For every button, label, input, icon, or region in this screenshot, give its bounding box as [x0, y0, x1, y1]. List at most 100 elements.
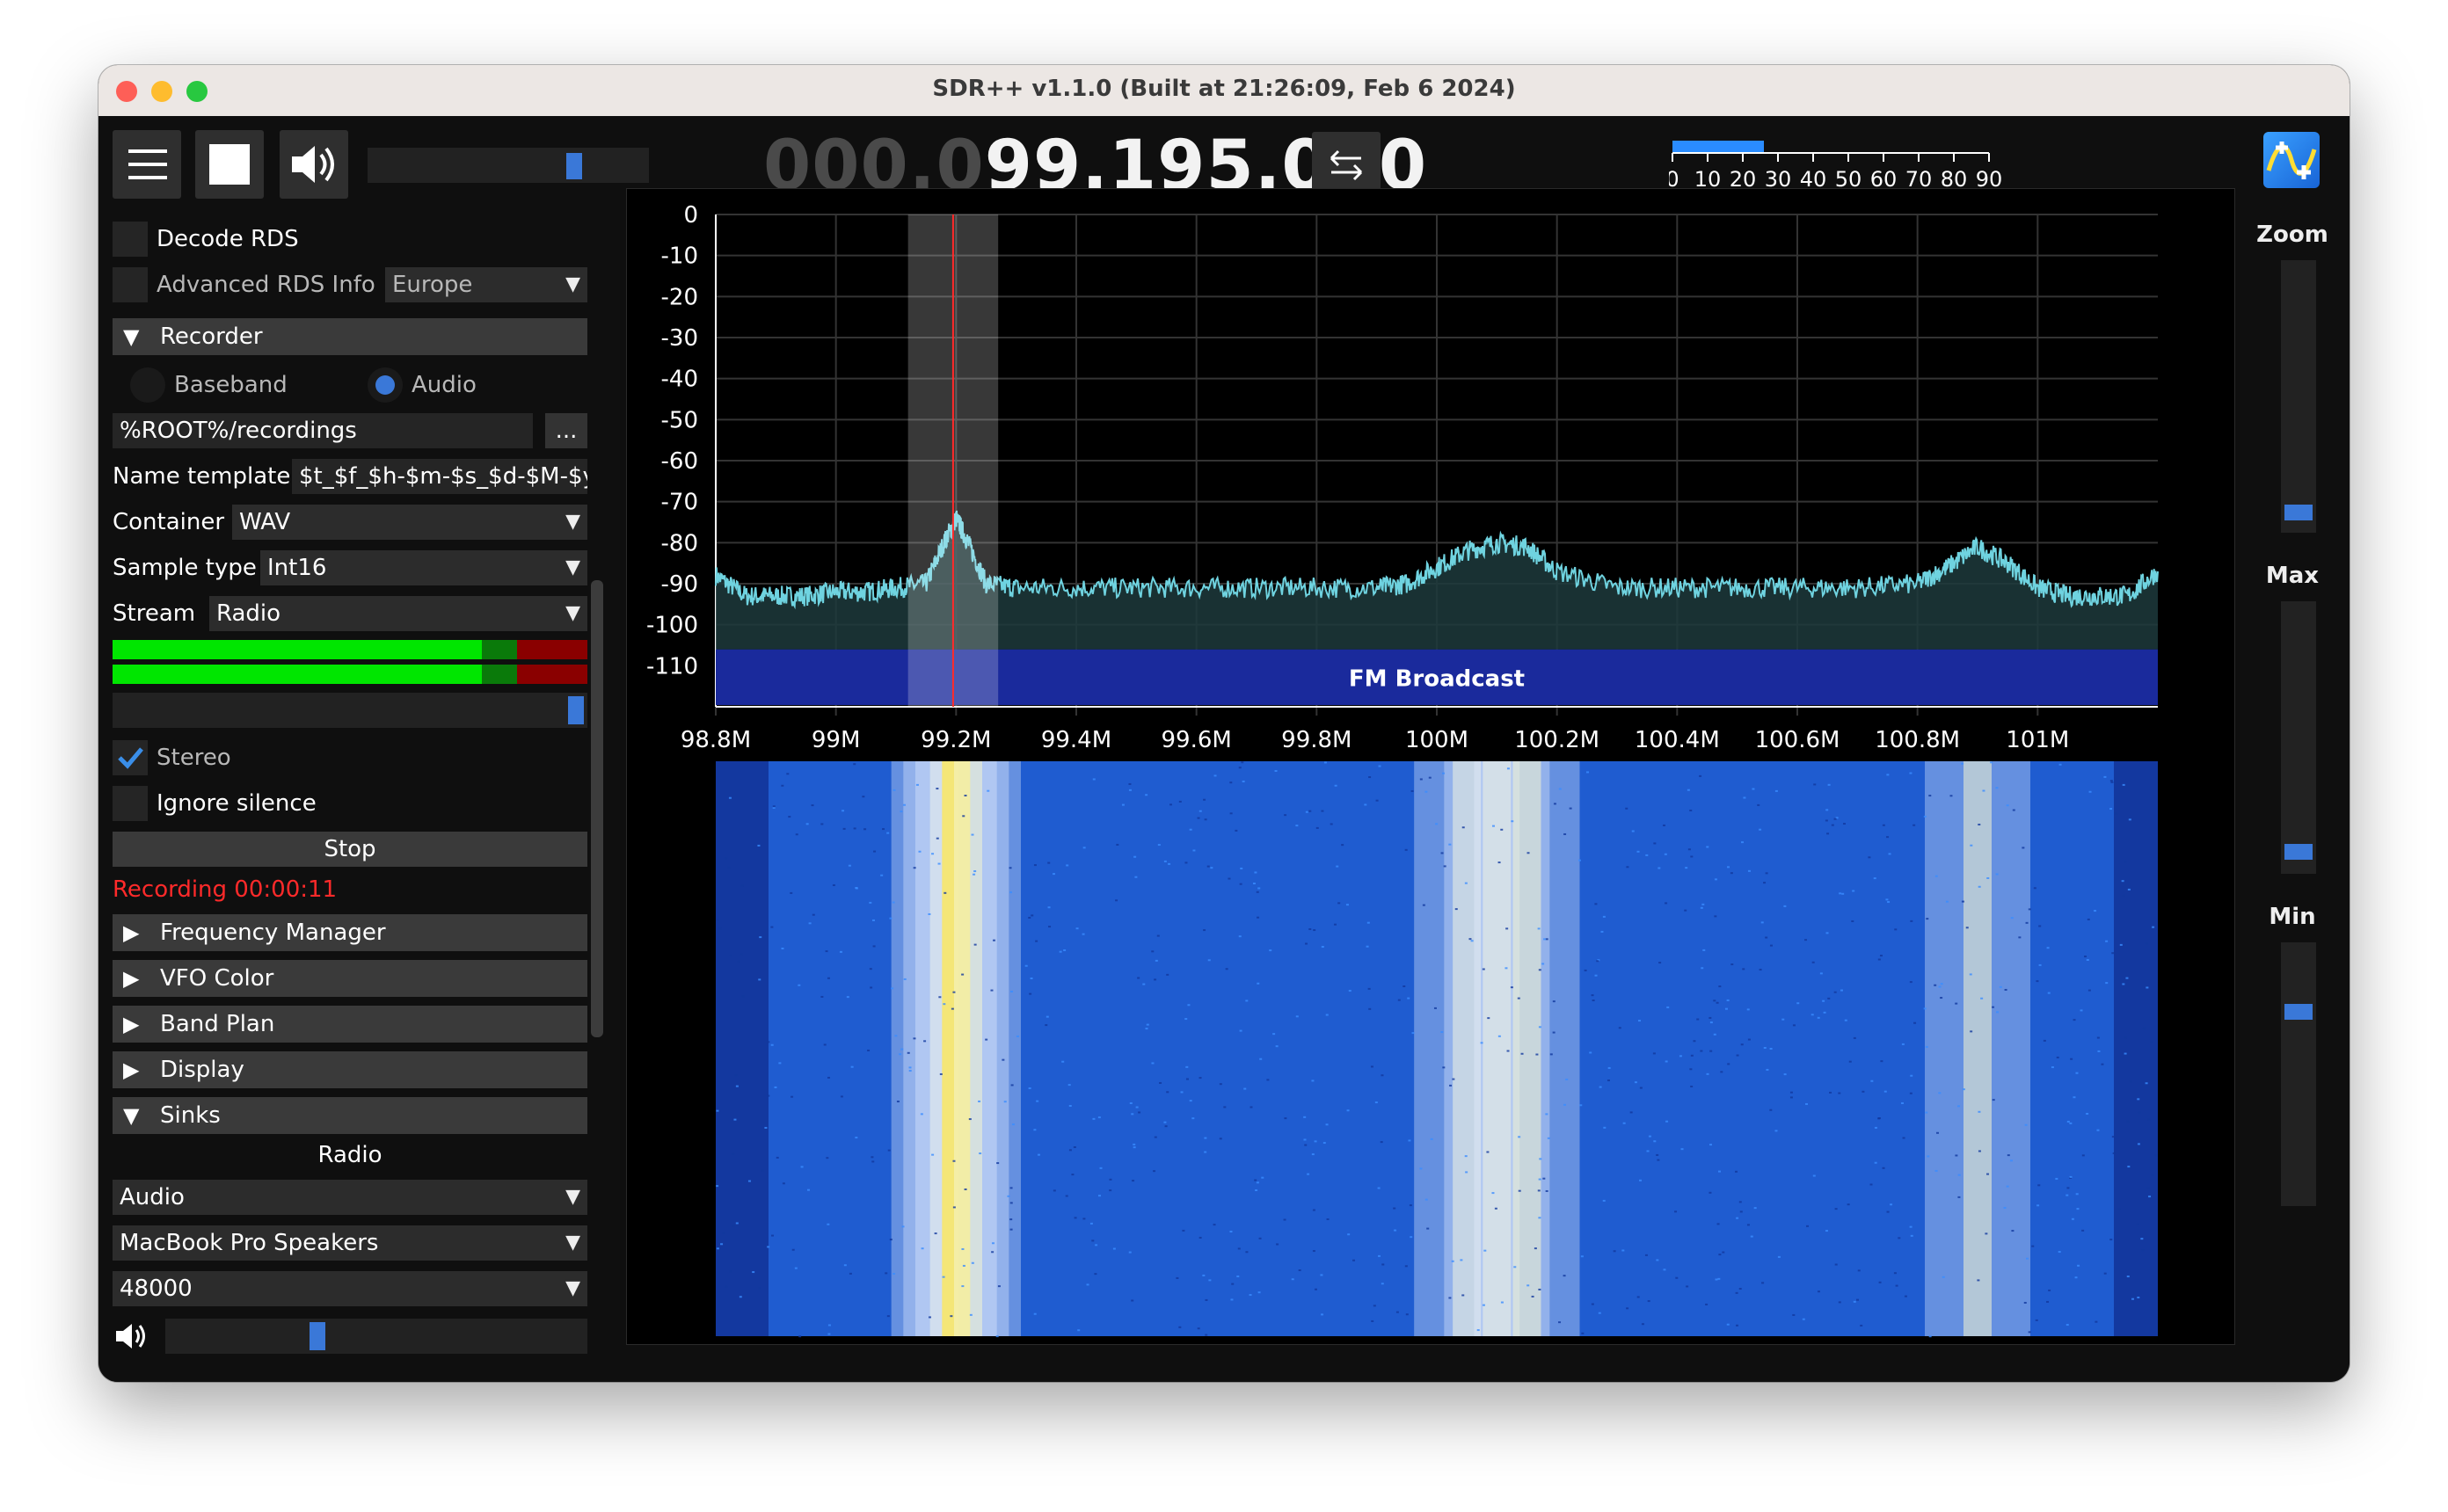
fft-spectrum-view[interactable]: 0 -10 -20 -30 -40 -50 -60 -70 -80 -90 -100 -110 98.8…	[625, 187, 2236, 1346]
recorder-volume-slider[interactable]	[113, 693, 587, 728]
mute-button[interactable]	[280, 130, 348, 199]
volume-slider[interactable]	[368, 148, 649, 183]
waterfall-noise	[1198, 1236, 1202, 1239]
waterfall-noise	[1157, 844, 1161, 847]
waterfall-noise	[1393, 1207, 1396, 1210]
waterfall-noise	[1433, 1007, 1437, 1009]
waterfall-noise	[1047, 861, 1051, 864]
waterfall-noise	[794, 1267, 798, 1269]
waterfall-noise	[1636, 850, 1640, 853]
waterfall-noise	[1928, 1335, 1932, 1338]
vfo-color-header[interactable]: ▶ VFO Color	[113, 960, 587, 997]
waterfall-noise	[2025, 921, 2029, 924]
min-slider[interactable]	[2281, 942, 2316, 1206]
zoom-slider[interactable]	[2281, 260, 2316, 533]
waterfall-noise	[1461, 826, 1465, 829]
y-tick-label: -60	[661, 448, 698, 475]
waterfall-noise	[871, 1160, 875, 1163]
waterfall-noise	[1257, 916, 1260, 919]
waterfall-noise	[1470, 940, 1474, 942]
band-plan-label: FM Broadcast	[1349, 665, 1525, 692]
waterfall-noise	[808, 922, 812, 925]
waterfall-noise	[1254, 1179, 1257, 1181]
audio-radio[interactable]	[368, 367, 403, 403]
stream-select[interactable]: Radio ▼	[209, 596, 587, 631]
waterfall-noise	[1500, 828, 1504, 831]
zoom-slider-handle[interactable]	[2284, 505, 2313, 520]
recorder-volume-handle[interactable]	[568, 696, 584, 724]
waterfall-noise	[979, 1152, 982, 1155]
sink-volume-slider[interactable]	[165, 1319, 587, 1354]
waterfall-noise	[1151, 950, 1155, 953]
sample-type-select[interactable]: Int16 ▼	[260, 550, 587, 585]
ignore-silence-checkbox[interactable]	[113, 786, 148, 821]
display-controls: Zoom Max Min	[2244, 222, 2341, 1364]
waterfall-noise	[1137, 977, 1140, 979]
waterfall-noise	[728, 796, 732, 799]
max-slider[interactable]	[2281, 601, 2316, 874]
waterfall-noise	[1198, 810, 1202, 812]
speaker-icon[interactable]	[113, 1317, 155, 1356]
stop-button[interactable]	[195, 130, 264, 199]
waterfall-noise	[2117, 1208, 2121, 1210]
sink-device-select[interactable]: MacBook Pro Speakers ▼	[113, 1225, 587, 1261]
recordings-path-input[interactable]: %ROOT%/recordings	[113, 413, 533, 448]
waterfall-noise	[781, 784, 784, 787]
decode-rds-checkbox[interactable]	[113, 222, 148, 257]
waterfall-noise	[1706, 846, 1709, 848]
waterfall-noise	[1961, 900, 1964, 903]
band-plan-header[interactable]: ▶ Band Plan	[113, 1006, 587, 1043]
waterfall-noise	[1109, 1178, 1112, 1181]
sink-volume-handle[interactable]	[310, 1322, 325, 1350]
sink-type-select[interactable]: Audio ▼	[113, 1180, 587, 1215]
waterfall-noise	[899, 1053, 902, 1056]
center-tuning-button[interactable]	[1312, 132, 1381, 197]
waterfall-noise	[1686, 1285, 1689, 1288]
advanced-rds-checkbox[interactable]	[113, 267, 148, 302]
waterfall-noise	[2051, 1066, 2054, 1069]
waterfall-noise	[1665, 1060, 1668, 1063]
title-bar: SDR++ v1.1.0 (Built at 21:26:09, Feb 6 2…	[98, 65, 2350, 117]
browse-button[interactable]: ...	[545, 413, 587, 448]
waterfall-noise	[1007, 1195, 1010, 1197]
waterfall-noise	[1848, 1060, 1852, 1063]
stereo-checkbox[interactable]	[113, 740, 148, 775]
waterfall-noise	[1241, 761, 1244, 764]
waterfall-noise	[720, 1243, 724, 1246]
left-panel-scrollbar[interactable]	[591, 580, 603, 1037]
waterfall-noise	[1128, 782, 1132, 785]
waterfall-noise	[1742, 968, 1745, 970]
waterfall-noise	[1709, 1021, 1713, 1024]
waterfall-noise	[1706, 1072, 1709, 1075]
waterfall-noise	[778, 1062, 782, 1065]
recorder-section-header[interactable]: ▼ Recorder	[113, 318, 587, 355]
waterfall-noise	[1037, 1153, 1040, 1156]
waterfall-noise	[1674, 1210, 1678, 1213]
max-slider-handle[interactable]	[2284, 844, 2313, 860]
waterfall-noise	[1783, 905, 1787, 907]
chevron-down-icon: ▼	[565, 273, 580, 295]
min-slider-handle[interactable]	[2284, 1004, 2313, 1020]
waterfall-noise	[938, 996, 942, 999]
waterfall-noise	[1311, 1079, 1315, 1082]
name-template-input[interactable]: $t_$f_$h-$m-$s_$d-$M-$y	[292, 459, 587, 494]
fft-chart[interactable]: 0 -10 -20 -30 -40 -50 -60 -70 -80 -90 -100 -110 98.8…	[625, 187, 2236, 1346]
frequency-manager-header[interactable]: ▶ Frequency Manager	[113, 914, 587, 951]
waterfall-noise	[1538, 1026, 1541, 1029]
waterfall-noise	[2084, 956, 2087, 958]
container-select[interactable]: WAV ▼	[232, 505, 587, 540]
waterfall-noise	[1092, 778, 1096, 781]
waterfall-noise	[2095, 1320, 2098, 1323]
waterfall-noise	[733, 1118, 737, 1121]
volume-slider-handle[interactable]	[566, 153, 582, 179]
waterfall-noise	[850, 1065, 854, 1068]
app-logo-icon[interactable]	[2263, 132, 2320, 188]
sink-samplerate-select[interactable]: 48000 ▼	[113, 1271, 587, 1306]
waterfall-noise	[1206, 865, 1210, 868]
menu-button[interactable]	[113, 130, 181, 199]
rds-region-select[interactable]: Europe ▼	[385, 267, 587, 302]
baseband-radio[interactable]	[130, 367, 165, 403]
display-header[interactable]: ▶ Display	[113, 1051, 587, 1088]
sinks-header[interactable]: ▼ Sinks	[113, 1097, 587, 1134]
stop-recording-button[interactable]: Stop	[113, 832, 587, 867]
